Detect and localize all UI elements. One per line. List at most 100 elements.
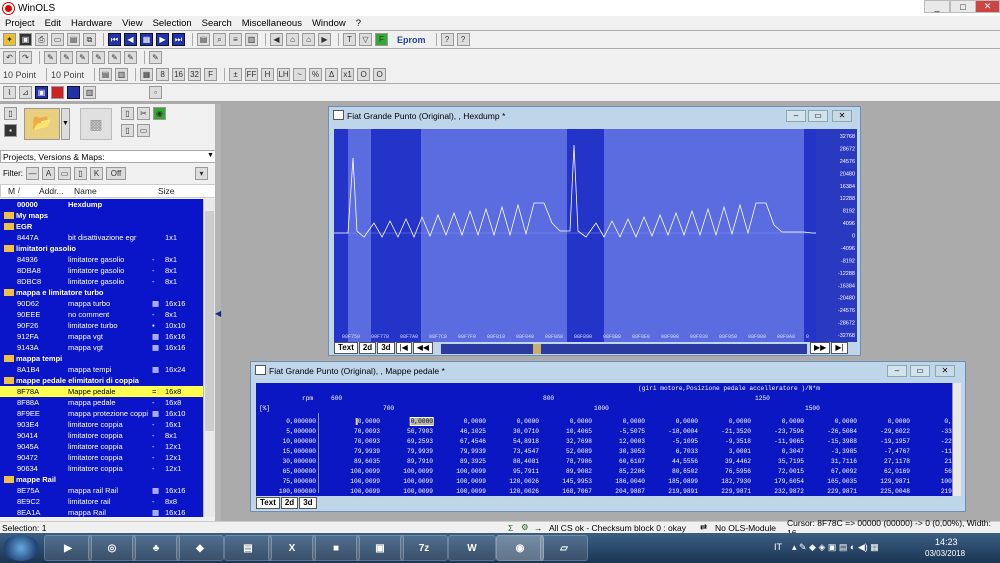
menu-view[interactable]: View: [117, 18, 147, 29]
map-cell[interactable]: -21,3520: [721, 428, 751, 435]
map-cell[interactable]: 179,6054: [774, 478, 804, 485]
map-cell[interactable]: 21,65: [944, 458, 952, 465]
map-cell[interactable]: 46,1025: [460, 428, 486, 435]
map-cell[interactable]: 73,4547: [513, 448, 539, 455]
hex-hscroll[interactable]: [441, 344, 807, 354]
map-cell[interactable]: 67,0092: [831, 468, 857, 475]
hexff-icon[interactable]: FF: [245, 68, 259, 81]
menu-hardware[interactable]: Hardware: [66, 18, 117, 29]
export2-icon[interactable]: ▭: [137, 124, 150, 137]
folder-item[interactable]: mappe Rail: [0, 474, 203, 485]
taskbar-7zip-icon[interactable]: 7z: [400, 535, 448, 561]
check-icon[interactable]: ▽: [359, 33, 372, 46]
tray-icons[interactable]: ▴ ✎ ◆ ◈ ▣ ▤ ◐ ◀) ▦: [792, 542, 879, 553]
home2-icon[interactable]: ⌂: [302, 33, 315, 46]
map-cell[interactable]: 186,0040: [615, 478, 645, 485]
map-cell[interactable]: 100,0099: [350, 488, 380, 495]
map-cell[interactable]: 62,0169: [884, 468, 910, 475]
list-item[interactable]: 00000 Hexdump: [0, 199, 203, 210]
list-item[interactable]: 8EA1A mappa Rail ▦ 16x16: [0, 507, 203, 517]
x1-icon[interactable]: x1: [341, 68, 355, 81]
taskbar-app1-icon[interactable]: ♣: [132, 535, 180, 561]
window-icon[interactable]: ▭: [51, 33, 64, 46]
web-icon[interactable]: ◉: [153, 107, 166, 120]
map-cell[interactable]: 80,6502: [672, 468, 698, 475]
small-icon[interactable]: ▫: [149, 86, 162, 99]
map-cell[interactable]: 30,3053: [619, 448, 645, 455]
map-cell[interactable]: 100,0099: [403, 478, 433, 485]
hardware-icon[interactable]: ▣: [19, 33, 32, 46]
filter-c-icon[interactable]: ▯: [74, 166, 87, 180]
last-icon[interactable]: ⏭: [172, 33, 185, 46]
map-cell[interactable]: -11,92: [941, 448, 952, 455]
map-cell[interactable]: 67,4546: [460, 438, 486, 445]
map-cell[interactable]: 100,0099: [403, 488, 433, 495]
map-cell[interactable]: 32,7698: [566, 438, 592, 445]
tab-text[interactable]: Text: [334, 342, 358, 354]
map-cell[interactable]: 89,3925: [460, 458, 486, 465]
map-cell[interactable]: 79,9939: [407, 448, 433, 455]
import-icon[interactable]: ▯: [121, 107, 134, 120]
taskbar-winols-icon[interactable]: ◉: [496, 535, 544, 561]
pencil2-icon[interactable]: ✎: [60, 51, 73, 64]
stack2-icon[interactable]: ▣: [35, 86, 48, 99]
map-cell[interactable]: 100,0099: [456, 478, 486, 485]
map-cell[interactable]: 39,4462: [725, 458, 751, 465]
tool-icon[interactable]: ✎: [149, 51, 162, 64]
columns-icon[interactable]: ▥: [115, 68, 129, 81]
table-view-icon[interactable]: ▤: [197, 33, 210, 46]
blue-square-icon[interactable]: [67, 86, 80, 99]
wave-icon[interactable]: ~: [293, 68, 307, 81]
zoom-icon[interactable]: ⌕: [213, 33, 226, 46]
float-icon[interactable]: F: [204, 68, 218, 81]
list-item[interactable]: 90D62 mappa turbo ▦ 16x16: [0, 298, 203, 309]
map-vscroll[interactable]: [952, 383, 961, 496]
save-file-icon[interactable]: ▪: [4, 124, 17, 137]
map-cell[interactable]: 204,9887: [615, 488, 645, 495]
map-cell[interactable]: 3,0001: [729, 448, 751, 455]
pencil4-icon[interactable]: ✎: [92, 51, 105, 64]
org-icon[interactable]: O: [357, 68, 371, 81]
signed-icon[interactable]: ±: [229, 68, 243, 81]
map-cell[interactable]: 0,0000: [729, 418, 751, 425]
map-cell[interactable]: 70,0093: [354, 438, 380, 445]
filter-text-icon[interactable]: —: [26, 166, 39, 180]
next-page-icon[interactable]: ▶▶: [810, 342, 831, 354]
hexdump-plot[interactable]: 32768 28672 24576 20480 16384 12288 8192 4096 0 -…: [334, 129, 857, 342]
list-item[interactable]: 8DBA8 limitatore gasolio - 8x1: [0, 265, 203, 276]
list-item[interactable]: 8E75A mappa rail Rail ▦ 16x16: [0, 485, 203, 496]
taskbar-app5-icon[interactable]: ▱: [540, 535, 588, 561]
map-min-button[interactable]: –: [887, 365, 907, 377]
folder-item[interactable]: EGR: [0, 221, 203, 232]
map-cell[interactable]: -3,3985: [831, 448, 857, 455]
taskbar-excel-icon[interactable]: X: [268, 535, 316, 561]
map-cell[interactable]: 168,7067: [562, 488, 592, 495]
map-cell[interactable]: 0,0000: [409, 417, 435, 426]
tab-2d[interactable]: 2d: [358, 342, 377, 354]
open-folder-icon[interactable]: 📂: [24, 108, 60, 140]
map-cell[interactable]: 229,9871: [721, 488, 751, 495]
map-cell[interactable]: -9,3518: [725, 438, 751, 445]
pencil1-icon[interactable]: ✎: [44, 51, 57, 64]
taskbar-app4-icon[interactable]: ▣: [356, 535, 404, 561]
map-cell[interactable]: 79,9939: [354, 448, 380, 455]
hex-hscroll-thumb[interactable]: [533, 344, 541, 354]
new-project-icon[interactable]: ✦: [3, 33, 16, 46]
folder-item[interactable]: mappa tempi: [0, 353, 203, 364]
filter-off-button[interactable]: Off: [106, 166, 126, 180]
taskbar-media-icon[interactable]: ▶: [44, 535, 92, 561]
map-cell[interactable]: 95,7911: [513, 468, 539, 475]
list-item[interactable]: 8F78A Mappe pedale = 16x8: [0, 386, 203, 397]
menu-window[interactable]: Window: [307, 18, 351, 29]
menu-help[interactable]: ?: [351, 18, 366, 29]
collapse-icon[interactable]: ◀: [215, 309, 221, 318]
map-cell[interactable]: 0,0000: [517, 418, 539, 425]
back-icon[interactable]: ◀: [270, 33, 283, 46]
hex-close-button[interactable]: ✕: [832, 110, 852, 122]
pencil6-icon[interactable]: ✎: [124, 51, 137, 64]
map-cell[interactable]: 56,7903: [407, 428, 433, 435]
map-cell[interactable]: 69,2593: [407, 438, 433, 445]
menu-search[interactable]: Search: [197, 18, 237, 29]
folder-item[interactable]: limitatori gasolio: [0, 243, 203, 254]
print-icon[interactable]: ⎙: [35, 33, 48, 46]
